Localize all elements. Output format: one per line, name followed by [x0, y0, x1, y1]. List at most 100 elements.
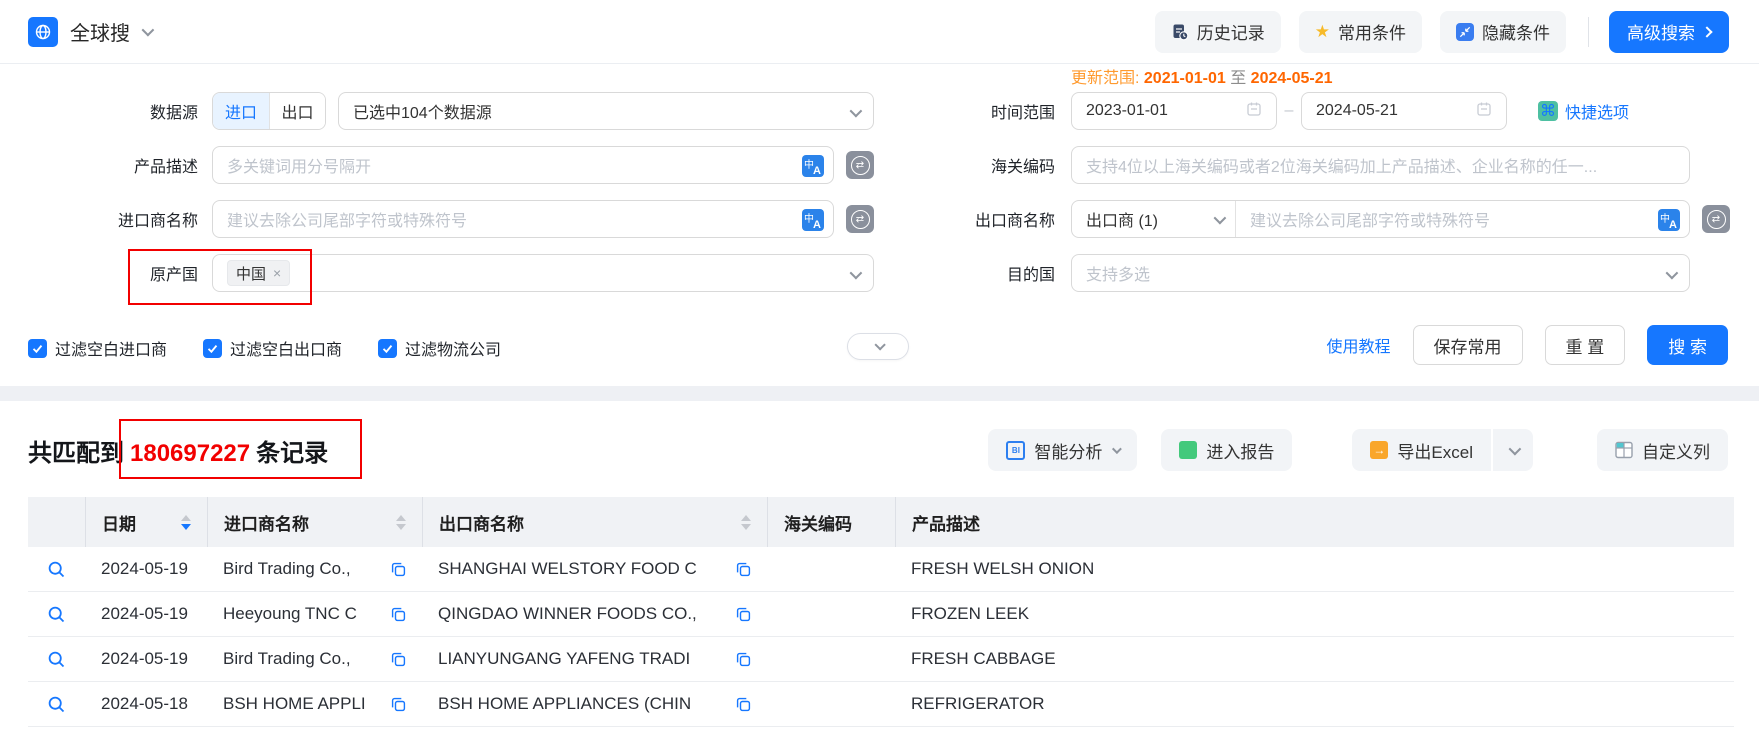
checkbox-filter-logistics[interactable]: 过滤物流公司 — [378, 336, 501, 360]
checkbox-checked-icon — [378, 339, 397, 358]
checkbox-checked-icon — [28, 339, 47, 358]
smart-analysis-button[interactable]: BI 智能分析 — [988, 429, 1137, 471]
collapse-icon — [1456, 23, 1474, 41]
enter-report-button[interactable]: 进入报告 — [1161, 429, 1292, 471]
start-date-value: 2023-01-01 — [1086, 102, 1168, 120]
search-detail-icon[interactable] — [47, 650, 66, 669]
exporter-type-select[interactable]: 出口商 (1) — [1072, 201, 1236, 237]
table-header: 日期 进口商名称 出口商名称 海关编码 产品描述 — [28, 497, 1734, 547]
chevron-down-icon — [850, 105, 863, 118]
search-detail-icon[interactable] — [47, 695, 66, 714]
import-export-toggle: 进口 出口 — [212, 92, 326, 130]
reset-button[interactable]: 重 置 — [1545, 325, 1626, 365]
exporter-name-link[interactable]: LIANYUNGANG YAFENG TRADI — [438, 649, 690, 669]
exporter-name-label: 出口商名称 — [884, 207, 1055, 231]
destination-select[interactable]: 支持多选 — [1071, 254, 1690, 292]
exporter-name-link[interactable]: QINGDAO WINNER FOODS CO., — [438, 604, 697, 624]
synonym-expand-button[interactable]: ⇄ — [846, 151, 874, 179]
table-row[interactable]: 2024-05-19 Bird Trading Co., LIANYUNGANG… — [28, 637, 1734, 682]
chevron-down-icon[interactable] — [142, 24, 155, 37]
translate-icon[interactable]: 中 A — [802, 209, 824, 231]
result-suffix: 条记录 — [256, 440, 328, 467]
checkbox-filter-blank-exporter[interactable]: 过滤空白出口商 — [203, 336, 342, 360]
start-date-input[interactable]: 2023-01-01 — [1071, 92, 1277, 130]
country-tag: 中国 × — [227, 260, 290, 286]
sort-icon[interactable] — [396, 515, 406, 530]
quick-options-link[interactable]: ⌘ 快捷选项 — [1531, 99, 1629, 123]
country-tag-text: 中国 — [236, 263, 266, 284]
origin-country-select[interactable]: 中国 × — [212, 254, 874, 292]
save-common-button[interactable]: 保存常用 — [1413, 325, 1523, 365]
copy-icon[interactable] — [726, 562, 751, 577]
table-row[interactable]: 2024-05-18 BSH HOME APPLI BSH HOME APPLI… — [28, 682, 1734, 727]
sort-icon[interactable] — [741, 515, 751, 530]
hide-conditions-button[interactable]: 隐藏条件 — [1440, 11, 1566, 53]
synonym-expand-button[interactable]: ⇄ — [1702, 205, 1730, 233]
data-source-select[interactable]: 已选中104个数据源 — [338, 92, 874, 130]
search-detail-icon[interactable] — [47, 560, 66, 579]
export-excel-button[interactable]: → 导出Excel — [1352, 429, 1491, 471]
search-detail-icon[interactable] — [47, 605, 66, 624]
collapse-form-button[interactable] — [847, 333, 909, 360]
update-range-to: 2024-05-21 — [1251, 70, 1333, 87]
tag-close-icon[interactable]: × — [273, 265, 281, 281]
tab-export[interactable]: 出口 — [269, 93, 325, 129]
topbar-actions: 历史记录 ★ 常用条件 隐藏条件 高级搜索 — [1137, 11, 1729, 53]
importer-name-input[interactable]: 建议去除公司尾部字符或特殊符号 中 A — [212, 200, 834, 238]
copy-icon[interactable] — [726, 652, 751, 667]
column-header-exporter[interactable]: 出口商名称 — [422, 497, 767, 547]
column-header-importer[interactable]: 进口商名称 — [207, 497, 422, 547]
custom-columns-button[interactable]: 自定义列 — [1597, 429, 1728, 471]
checkbox-filter-blank-importer[interactable]: 过滤空白进口商 — [28, 336, 167, 360]
tab-import[interactable]: 进口 — [213, 93, 269, 129]
row-date: 2024-05-19 — [101, 604, 188, 624]
copy-icon[interactable] — [726, 697, 751, 712]
favorites-label: 常用条件 — [1338, 19, 1406, 44]
result-summary: 共匹配到180697227条记录 — [28, 433, 328, 468]
update-range-label: 更新范围: — [1071, 70, 1139, 87]
importer-name-link[interactable]: Heeyoung TNC C — [223, 604, 357, 624]
tutorial-link[interactable]: 使用教程 — [1327, 333, 1391, 357]
synonym-expand-button[interactable]: ⇄ — [846, 205, 874, 233]
product-desc-placeholder: 多关键词用分号隔开 — [227, 153, 371, 177]
exporter-name-link[interactable]: BSH HOME APPLIANCES (CHIN — [438, 694, 691, 714]
copy-icon[interactable] — [381, 607, 406, 622]
update-range-word: 至 — [1230, 70, 1246, 87]
copy-icon[interactable] — [381, 562, 406, 577]
translate-icon[interactable]: 中 A — [802, 155, 824, 177]
end-date-input[interactable]: 2024-05-21 — [1301, 92, 1507, 130]
filter-form-right: 时间范围 2023-01-01 – 2024-05-21 ⌘ — [884, 92, 1730, 308]
search-button[interactable]: 搜 索 — [1647, 325, 1728, 365]
time-range-label: 时间范围 — [884, 99, 1055, 123]
row-product-desc: FRESH WELSH ONION — [911, 559, 1094, 579]
date-range-dash: – — [1277, 102, 1301, 120]
exporter-name-input[interactable]: 建议去除公司尾部字符或特殊符号 中 A — [1236, 201, 1689, 237]
column-header-date[interactable]: 日期 — [85, 497, 207, 547]
synonym-icon: ⇄ — [851, 210, 870, 229]
hs-code-input[interactable]: 支持4位以上海关编码或者2位海关编码加上产品描述、企业名称的任一... — [1071, 146, 1690, 184]
translate-icon[interactable]: 中 A — [1658, 209, 1680, 231]
exporter-name-link[interactable]: SHANGHAI WELSTORY FOOD C — [438, 559, 697, 579]
importer-name-link[interactable]: Bird Trading Co., — [223, 559, 351, 579]
destination-row: 目的国 支持多选 — [884, 254, 1730, 292]
export-options-dropdown[interactable] — [1493, 429, 1533, 471]
importer-name-link[interactable]: BSH HOME APPLI — [223, 694, 366, 714]
history-button[interactable]: 历史记录 — [1155, 11, 1281, 53]
exporter-name-row: 出口商名称 出口商 (1) 建议去除公司尾部字符或特殊符号 中 A — [884, 200, 1730, 238]
copy-icon[interactable] — [726, 607, 751, 622]
results-toolbar: BI 智能分析 进入报告 → 导出Excel 自定义列 — [988, 429, 1728, 471]
advanced-search-button[interactable]: 高级搜索 — [1609, 11, 1729, 53]
star-icon: ★ — [1315, 22, 1330, 42]
header-cell-search — [28, 497, 85, 547]
table-row[interactable]: 2024-05-19 Bird Trading Co., SHANGHAI WE… — [28, 547, 1734, 592]
importer-name-placeholder: 建议去除公司尾部字符或特殊符号 — [227, 207, 467, 231]
copy-icon[interactable] — [381, 697, 406, 712]
product-desc-row: 产品描述 多关键词用分号隔开 中 A ⇄ — [28, 146, 874, 184]
command-icon: ⌘ — [1538, 101, 1558, 121]
importer-name-link[interactable]: Bird Trading Co., — [223, 649, 351, 669]
sort-icon[interactable] — [181, 515, 191, 530]
table-row[interactable]: 2024-05-19 Heeyoung TNC C QINGDAO WINNER… — [28, 592, 1734, 637]
favorites-button[interactable]: ★ 常用条件 — [1299, 11, 1422, 53]
copy-icon[interactable] — [381, 652, 406, 667]
product-desc-input[interactable]: 多关键词用分号隔开 中 A — [212, 146, 834, 184]
